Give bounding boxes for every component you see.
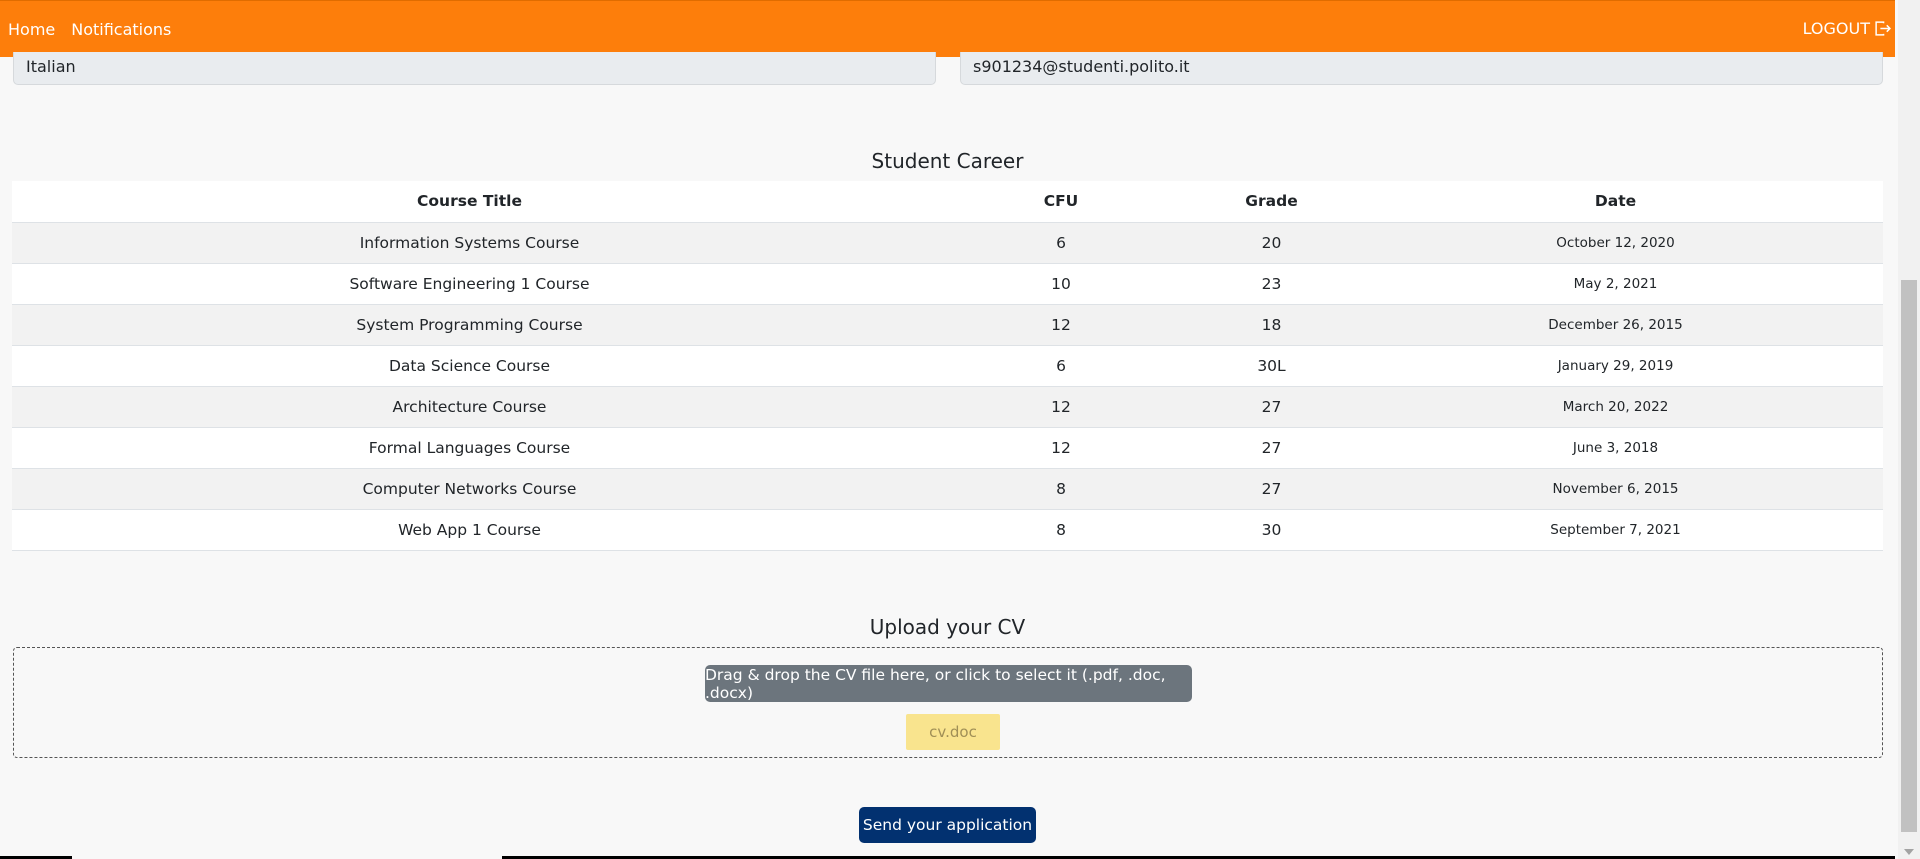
logout-icon xyxy=(1875,21,1891,36)
course-title-cell: Information Systems Course xyxy=(12,222,927,264)
cfu-cell: 6 xyxy=(927,345,1195,387)
grade-cell: 27 xyxy=(1195,468,1348,510)
grade-cell: 27 xyxy=(1195,386,1348,428)
date-cell: December 26, 2015 xyxy=(1348,304,1883,346)
grade-cell: 18 xyxy=(1195,304,1348,346)
cfu-cell: 8 xyxy=(927,509,1195,551)
table-row: Information Systems Course 6 20 October … xyxy=(12,222,1883,264)
date-cell: January 29, 2019 xyxy=(1348,345,1883,387)
table-row: Computer Networks Course 8 27 November 6… xyxy=(12,468,1883,510)
course-title-cell: Software Engineering 1 Course xyxy=(12,263,927,305)
header-date: Date xyxy=(1348,181,1883,223)
grade-cell: 23 xyxy=(1195,263,1348,305)
date-cell: October 12, 2020 xyxy=(1348,222,1883,264)
cfu-cell: 12 xyxy=(927,427,1195,469)
course-title-cell: Web App 1 Course xyxy=(12,509,927,551)
table-row: Formal Languages Course 12 27 June 3, 20… xyxy=(12,427,1883,469)
scroll-down-arrow-icon[interactable] xyxy=(1904,849,1914,855)
cfu-cell: 8 xyxy=(927,468,1195,510)
logout-button[interactable]: LOGOUT xyxy=(1803,19,1891,38)
date-cell: May 2, 2021 xyxy=(1348,263,1883,305)
logout-label: LOGOUT xyxy=(1802,19,1870,38)
header-course-title: Course Title xyxy=(12,181,927,223)
vertical-scrollbar[interactable] xyxy=(1898,0,1920,859)
nationality-field: Italian xyxy=(13,52,936,85)
grade-cell: 20 xyxy=(1195,222,1348,264)
cfu-cell: 12 xyxy=(927,304,1195,346)
nav-notifications-link[interactable]: Notifications xyxy=(71,20,171,39)
cv-select-button[interactable]: Drag & drop the CV file here, or click t… xyxy=(705,665,1192,702)
grade-cell: 30 xyxy=(1195,509,1348,551)
header-cfu: CFU xyxy=(927,181,1195,223)
cfu-cell: 12 xyxy=(927,386,1195,428)
course-title-cell: Formal Languages Course xyxy=(12,427,927,469)
uploaded-file-name: cv.doc xyxy=(906,714,1000,750)
table-row: Data Science Course 6 30L January 29, 20… xyxy=(12,345,1883,387)
date-cell: June 3, 2018 xyxy=(1348,427,1883,469)
send-application-button[interactable]: Send your application xyxy=(859,807,1036,843)
cfu-cell: 10 xyxy=(927,263,1195,305)
course-title-cell: Architecture Course xyxy=(12,386,927,428)
table-row: System Programming Course 12 18 December… xyxy=(12,304,1883,346)
scrollbar-thumb[interactable] xyxy=(1901,280,1917,832)
career-title: Student Career xyxy=(871,149,1024,173)
table-row: Web App 1 Course 8 30 September 7, 2021 xyxy=(12,509,1883,551)
cv-dropzone[interactable]: Drag & drop the CV file here, or click t… xyxy=(13,647,1883,758)
table-row: Software Engineering 1 Course 10 23 May … xyxy=(12,263,1883,305)
career-table: Course Title CFU Grade Date Information … xyxy=(12,181,1883,551)
date-cell: November 6, 2015 xyxy=(1348,468,1883,510)
email-field: s901234@studenti.polito.it xyxy=(960,52,1883,85)
top-navbar: Home Notifications LOGOUT xyxy=(0,0,1895,57)
grade-cell: 30L xyxy=(1195,345,1348,387)
course-title-cell: Computer Networks Course xyxy=(12,468,927,510)
date-cell: March 20, 2022 xyxy=(1348,386,1883,428)
cfu-cell: 6 xyxy=(927,222,1195,264)
upload-title: Upload your CV xyxy=(869,615,1026,639)
nav-home-link[interactable]: Home xyxy=(8,20,55,39)
header-grade: Grade xyxy=(1195,181,1348,223)
course-title-cell: System Programming Course xyxy=(12,304,927,346)
table-header-row: Course Title CFU Grade Date xyxy=(12,181,1883,223)
course-title-cell: Data Science Course xyxy=(12,345,927,387)
table-row: Architecture Course 12 27 March 20, 2022 xyxy=(12,386,1883,428)
grade-cell: 27 xyxy=(1195,427,1348,469)
date-cell: September 7, 2021 xyxy=(1348,509,1883,551)
